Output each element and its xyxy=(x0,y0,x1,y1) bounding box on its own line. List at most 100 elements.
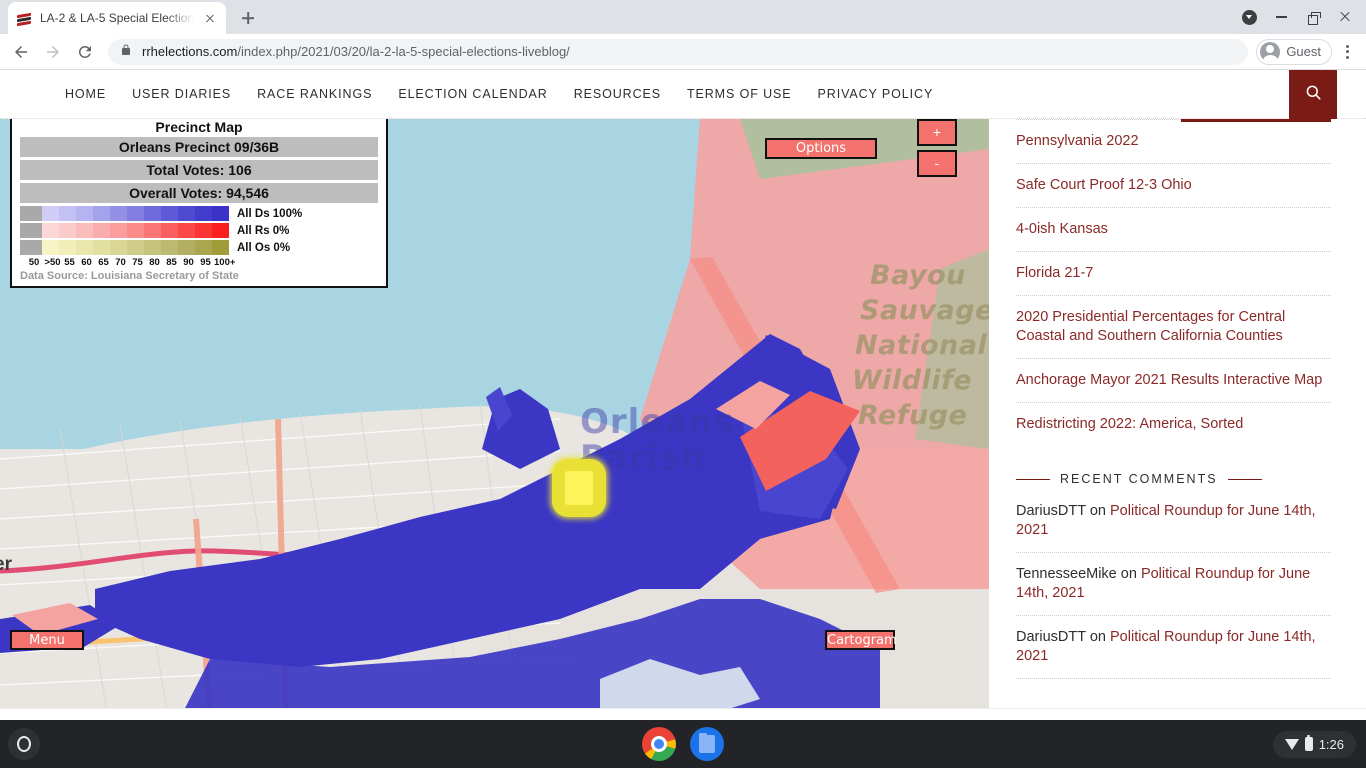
status-tray[interactable]: 1:26 xyxy=(1272,730,1356,758)
files-icon[interactable] xyxy=(690,727,724,761)
legend-data-source: Data Source: Louisiana Secretary of Stat… xyxy=(20,270,239,282)
nav-item-election-calendar[interactable]: ELECTION CALENDAR xyxy=(385,87,560,101)
lock-icon xyxy=(120,43,132,60)
site-favicon-icon xyxy=(16,10,32,26)
url-domain: rrhelections.com xyxy=(142,44,238,59)
map-zoom-controls: + - xyxy=(917,119,957,177)
forward-arrow-icon[interactable] xyxy=(38,37,68,67)
legend-nodata-swatch-dem xyxy=(20,206,42,221)
legend-gradient-dem xyxy=(42,206,229,221)
sidebar-link[interactable]: 4-0ish Kansas xyxy=(1016,208,1331,252)
page-content: Bayou Sauvage National Wildlife Refuge O… xyxy=(0,119,1366,718)
nav-item-home[interactable]: HOME xyxy=(52,87,119,101)
os-shelf: 1:26 xyxy=(0,720,1366,768)
nav-item-user-diaries[interactable]: USER DIARIES xyxy=(119,87,244,101)
launcher-circle-icon[interactable] xyxy=(8,728,40,760)
map-label-refuge-line4: Wildlife xyxy=(852,365,973,396)
kebab-menu-icon[interactable] xyxy=(1334,37,1360,67)
sidebar-link[interactable]: Safe Court Proof 12-3 Ohio xyxy=(1016,164,1331,208)
nav-item-privacy-policy[interactable]: PRIVACY POLICY xyxy=(805,87,947,101)
tab-close-icon[interactable] xyxy=(202,10,218,26)
scale-tick: 65 xyxy=(98,257,109,268)
sidebar-accent-rule xyxy=(1181,119,1331,122)
comment-item: TennesseeMike on Political Roundup for J… xyxy=(1016,553,1331,616)
scale-tick: 50 xyxy=(28,257,40,268)
comment-author: TennesseeMike xyxy=(1016,566,1117,582)
scale-tick: 80 xyxy=(149,257,160,268)
map-label-refuge-line2: Sauvage xyxy=(860,295,989,326)
sidebar-link[interactable]: Redistricting 2022: America, Sorted xyxy=(1016,403,1331,446)
comment-item: DariusDTT on Political Roundup for June … xyxy=(1016,490,1331,553)
map-cartogram-button[interactable]: Cartogram xyxy=(825,630,897,650)
chrome-icon[interactable] xyxy=(642,727,676,761)
map-zoom-out-button[interactable]: - xyxy=(917,150,957,177)
minimize-icon[interactable] xyxy=(1266,2,1296,32)
legend-nodata-swatch-rep xyxy=(20,223,42,238)
heading-rule-left xyxy=(1016,478,1050,480)
browser-tab[interactable]: LA-2 & LA-5 Special Elections Liv xyxy=(8,2,226,34)
interactive-precinct-map[interactable]: Bayou Sauvage National Wildlife Refuge O… xyxy=(0,119,989,718)
map-label-refuge-line3: National xyxy=(855,330,988,361)
new-tab-button[interactable] xyxy=(234,4,262,32)
scale-tick: >50 xyxy=(44,257,61,268)
sidebar-link[interactable]: 2020 Presidential Percentages for Centra… xyxy=(1016,296,1331,359)
maximize-icon[interactable] xyxy=(1298,2,1328,32)
legend-gradient-oth xyxy=(42,240,229,255)
shelf-app-list xyxy=(642,727,724,761)
scale-tick: 75 xyxy=(132,257,143,268)
comment-author: DariusDTT xyxy=(1016,503,1086,519)
window-controls xyxy=(1234,2,1360,32)
legend-label-rep: All Rs 0% xyxy=(237,224,290,237)
url-path: /index.php/2021/03/20/la-2-la-5-special-… xyxy=(237,44,570,59)
window-close-icon[interactable] xyxy=(1330,2,1360,32)
selected-precinct-core xyxy=(565,471,593,505)
browser-toolbar: rrhelections.com/index.php/2021/03/20/la… xyxy=(0,34,1366,70)
sidebar-link[interactable]: Anchorage Mayor 2021 Results Interactive… xyxy=(1016,359,1331,403)
legend-label-dem: All Ds 100% xyxy=(237,207,303,220)
back-arrow-icon[interactable] xyxy=(6,37,36,67)
legend-scale: 50 >50 55 60 65 70 75 80 85 90 95 100+ xyxy=(24,257,378,268)
battery-icon xyxy=(1304,735,1313,751)
map-label-stub: er xyxy=(0,554,12,575)
legend-precinct-name: Orleans Precinct 09/36B xyxy=(20,137,378,157)
nav-item-resources[interactable]: RESOURCES xyxy=(561,87,674,101)
legend-ramp-dem: All Ds 100% xyxy=(20,206,378,221)
legend-label-oth: All Os 0% xyxy=(237,241,291,254)
sidebar-link[interactable]: Florida 21-7 xyxy=(1016,252,1331,296)
recent-comments-heading: RECENT COMMENTS xyxy=(1016,472,1331,486)
nav-item-race-rankings[interactable]: RACE RANKINGS xyxy=(244,87,385,101)
comment-on: on xyxy=(1085,503,1111,519)
profile-button[interactable]: Guest xyxy=(1256,38,1332,65)
wifi-icon xyxy=(1284,737,1299,751)
clock: 1:26 xyxy=(1318,736,1344,752)
caret-menu-icon[interactable] xyxy=(1234,2,1264,32)
comment-on: on xyxy=(1116,566,1141,582)
map-menu-button[interactable]: Menu xyxy=(10,630,84,650)
tab-title: LA-2 & LA-5 Special Elections Liv xyxy=(40,11,194,25)
map-label-refuge-line5: Refuge xyxy=(858,400,968,431)
heading-rule-right xyxy=(1227,478,1262,480)
scale-tick: 100+ xyxy=(214,257,236,268)
map-options-button[interactable]: Options xyxy=(765,138,877,159)
scale-tick: 60 xyxy=(81,257,92,268)
browser-tab-strip: LA-2 & LA-5 Special Elections Liv xyxy=(0,0,1366,34)
legend-overall-votes: Overall Votes: 94,546 xyxy=(20,183,378,203)
sidebar-link[interactable]: Pennsylvania 2022 xyxy=(1016,119,1331,164)
search-button[interactable] xyxy=(1289,70,1337,119)
address-bar[interactable]: rrhelections.com/index.php/2021/03/20/la… xyxy=(108,38,1249,65)
scale-tick: 70 xyxy=(115,257,126,268)
site-navigation: HOME USER DIARIES RACE RANKINGS ELECTION… xyxy=(0,70,1366,119)
scale-tick: 55 xyxy=(64,257,75,268)
legend-gradient-rep xyxy=(42,223,229,238)
legend-nodata-swatch-oth xyxy=(20,240,42,255)
reload-icon[interactable] xyxy=(70,37,100,67)
legend-ramp-oth: All Os 0% xyxy=(20,240,378,255)
legend-title: Precinct Map xyxy=(155,119,243,135)
nav-item-terms-of-use[interactable]: TERMS OF USE xyxy=(674,87,805,101)
legend-ramp-rep: All Rs 0% xyxy=(20,223,378,238)
nav-list: HOME USER DIARIES RACE RANKINGS ELECTION… xyxy=(0,87,946,101)
scale-tick: 85 xyxy=(166,257,177,268)
legend-total-votes: Total Votes: 106 xyxy=(20,160,378,180)
map-label-refuge-line1: Bayou xyxy=(870,260,966,291)
map-zoom-in-button[interactable]: + xyxy=(917,119,957,146)
